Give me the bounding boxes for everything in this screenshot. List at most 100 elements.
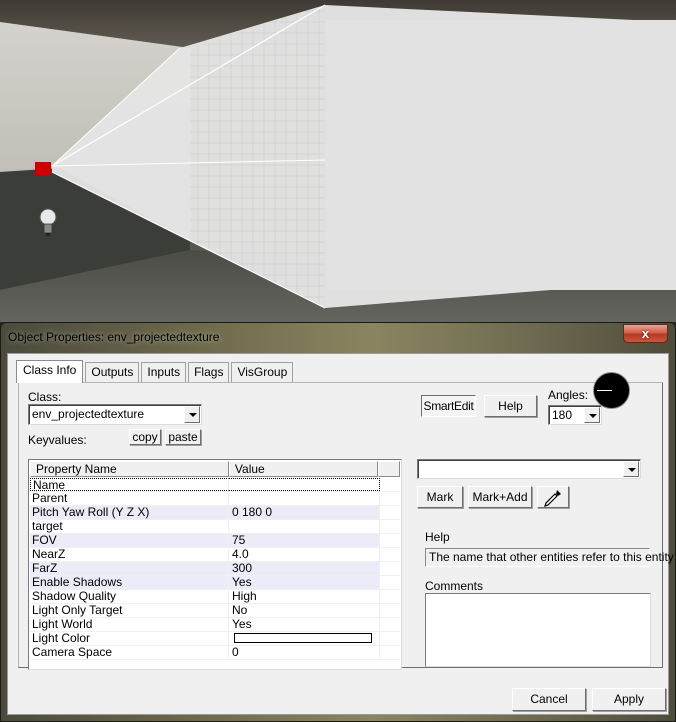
angles-label: Angles: [548,388,589,402]
close-icon: x [641,326,650,341]
property-value-cell[interactable] [229,632,380,645]
property-value-cell[interactable] [229,520,380,533]
keyvalues-grid[interactable]: Property Name Value Name Parent Pitch Yaw … [28,459,402,670]
title-bar[interactable]: Object Properties: env_projectedtexture … [1,323,675,353]
table-row[interactable]: FOV 75 [30,534,400,548]
keyvalues-label: Keyvalues: [28,433,87,447]
table-row[interactable]: Shadow Quality High [30,590,400,604]
blank-cell [380,534,400,547]
column-header-value[interactable]: Value [228,461,379,477]
eyedropper-button[interactable] [537,486,569,508]
property-value-cell[interactable]: Yes [229,618,380,631]
property-name-cell[interactable]: target [30,520,229,533]
copy-button[interactable]: copy [129,429,161,445]
class-value: env_projectedtexture [32,407,145,421]
smartedit-toggle[interactable]: SmartEdit [421,395,476,417]
blank-cell [380,520,400,533]
property-name-cell[interactable]: FOV [30,534,229,547]
property-value-cell[interactable]: 75 [229,534,380,547]
table-row[interactable]: Enable Shadows Yes [30,576,400,590]
viewport-scene [0,0,676,322]
color-swatch[interactable] [234,633,372,643]
object-properties-dialog: Object Properties: env_projectedtexture … [0,322,676,722]
table-row[interactable]: Light Only Target No [30,604,400,618]
property-name-cell[interactable]: Shadow Quality [30,590,229,603]
tab-bar: Class Info Outputs Inputs Flags VisGroup [16,360,295,383]
angles-value: 180 [552,408,573,422]
blank-cell [380,590,400,603]
property-name-cell[interactable]: Enable Shadows [30,576,229,589]
table-row[interactable]: FarZ 300 [30,562,400,576]
table-row[interactable]: Name [30,478,400,492]
property-value-cell[interactable] [229,478,380,491]
table-row[interactable]: target [30,520,400,534]
property-name-cell[interactable]: Light World [30,618,229,631]
cancel-button[interactable]: Cancel [512,688,586,711]
close-button[interactable]: x [623,324,668,343]
property-name-cell[interactable]: Parent [30,492,229,505]
blank-cell [380,632,400,645]
tab-class-info[interactable]: Class Info [16,360,84,383]
dialog-title: Object Properties: env_projectedtexture [8,330,220,344]
3d-viewport[interactable] [0,0,676,322]
grid-header: Property Name Value [30,461,401,477]
blank-cell [380,562,400,575]
chevron-down-icon[interactable] [623,461,639,477]
column-header-property[interactable]: Property Name [30,461,229,477]
property-name-cell[interactable]: Pitch Yaw Roll (Y Z X) [30,506,229,519]
property-name-cell[interactable]: NearZ [30,548,229,561]
property-value-cell[interactable]: High [229,590,380,603]
table-row[interactable]: Pitch Yaw Roll (Y Z X) 0 180 0 [30,506,400,520]
angle-dial[interactable] [593,372,630,409]
value-select[interactable] [417,459,641,479]
table-row[interactable]: Camera Space 0 [30,646,400,660]
table-row[interactable]: NearZ 4.0 [30,548,400,562]
comments-textarea[interactable] [425,593,651,667]
chevron-down-icon[interactable] [184,406,200,423]
table-row[interactable]: Parent [30,492,400,506]
blank-cell [380,604,400,617]
property-name-cell[interactable]: Camera Space [30,646,229,659]
help-button[interactable]: Help [484,395,537,417]
blank-cell [380,506,400,519]
property-value-cell[interactable]: 300 [229,562,380,575]
help-text: The name that other entities refer to th… [425,548,674,567]
chevron-down-icon[interactable] [584,407,600,423]
column-header-blank [378,461,401,477]
blank-cell [380,646,400,659]
angles-select[interactable]: 180 [548,405,602,425]
blank-cell [380,618,400,631]
table-row[interactable]: Light Color [30,632,400,646]
property-value-cell[interactable]: No [229,604,380,617]
entity-marker [35,162,51,175]
table-row[interactable]: Light World Yes [30,618,400,632]
comments-label: Comments [425,579,484,593]
tab-inputs[interactable]: Inputs [141,362,187,382]
property-value-cell[interactable]: Yes [229,576,380,589]
property-name-cell[interactable]: Name [30,478,229,491]
class-select[interactable]: env_projectedtexture [28,404,202,425]
mark-add-button[interactable]: Mark+Add [468,486,532,508]
blank-cell [380,492,400,505]
eyedropper-icon [544,490,561,507]
property-name-cell[interactable]: Light Only Target [30,604,229,617]
class-info-panel: Class: env_projectedtexture Keyvalues: c… [18,382,674,670]
dialog-client: Class Info Outputs Inputs Flags VisGroup… [7,353,674,715]
mark-button[interactable]: Mark [417,486,463,508]
paste-button[interactable]: paste [165,429,201,445]
frustum-far-plane [325,20,676,290]
apply-button[interactable]: Apply [592,688,666,711]
property-name-cell[interactable]: FarZ [30,562,229,575]
tab-visgroup[interactable]: VisGroup [231,362,294,382]
blank-cell [380,576,400,589]
tab-flags[interactable]: Flags [188,362,230,382]
property-value-cell[interactable] [229,492,380,505]
property-value-cell[interactable]: 0 180 0 [229,506,380,519]
tab-outputs[interactable]: Outputs [85,362,140,382]
help-label: Help [425,530,450,544]
property-value-cell[interactable]: 0 [229,646,380,659]
property-name-cell[interactable]: Light Color [30,632,229,645]
blank-cell [380,548,400,561]
blank-cell [380,478,400,491]
property-value-cell[interactable]: 4.0 [229,548,380,561]
